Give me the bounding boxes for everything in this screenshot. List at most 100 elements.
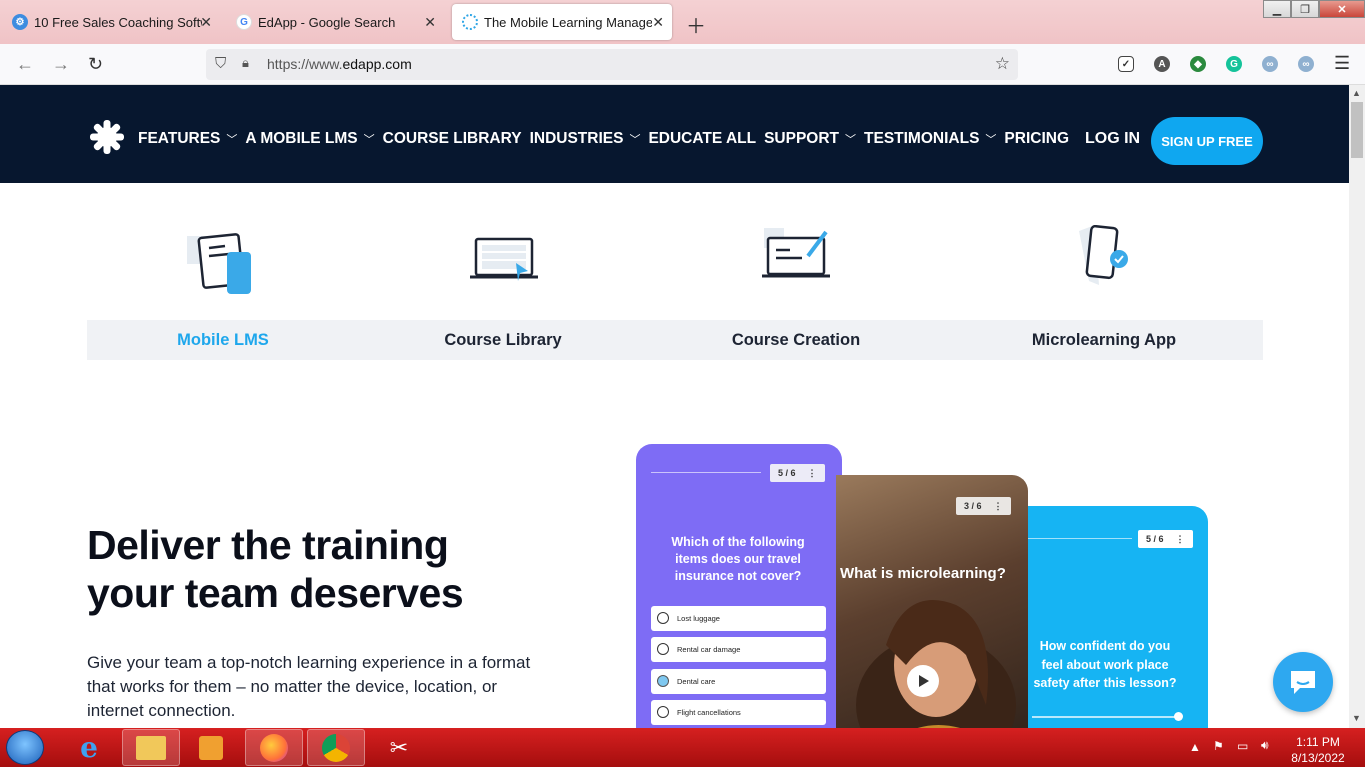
maximize-button[interactable]: ❐ xyxy=(1291,0,1319,18)
radio-icon xyxy=(657,643,669,655)
option-label: Rental car damage xyxy=(677,645,741,654)
firefox-icon[interactable] xyxy=(245,729,303,766)
start-button[interactable] xyxy=(6,730,44,765)
show-hidden-icons-icon[interactable]: ▲ xyxy=(1189,740,1201,754)
edapp-logo-icon[interactable] xyxy=(90,120,124,154)
grammarly-icon[interactable]: G xyxy=(1226,56,1242,72)
option-label: Lost luggage xyxy=(677,614,720,623)
shield-icon[interactable]: ⛉ xyxy=(215,55,226,72)
progress-line xyxy=(651,472,761,473)
url-domain: edapp.com xyxy=(342,56,412,72)
menu-item-testimonials[interactable]: TESTIMONIALS ﹀ xyxy=(864,130,996,148)
windows-taskbar: e ✂ ▲ ⚑ ▭ 🔊︎ 1:11 PM 8/13/2022 xyxy=(0,728,1365,767)
gear-favicon-icon: ⚙ xyxy=(12,14,28,30)
extension-globe-icon[interactable]: ◆ xyxy=(1190,56,1206,72)
clock-time: 1:11 PM xyxy=(1296,735,1340,749)
menu-item-pricing[interactable]: PRICING xyxy=(1004,130,1069,148)
menu-item-support[interactable]: SUPPORT ﹀ xyxy=(764,130,856,148)
signup-button[interactable]: SIGN UP FREE xyxy=(1151,117,1263,165)
confidence-slider-track[interactable] xyxy=(1032,716,1178,718)
menu-item-mobile-lms[interactable]: A MOBILE LMS ﹀ xyxy=(245,130,374,148)
chrome-icon[interactable] xyxy=(307,729,365,766)
answer-option-selected[interactable]: Dental care xyxy=(651,669,826,694)
menu-item-course-library[interactable]: COURSE LIBRARY xyxy=(383,130,522,148)
woman-photo xyxy=(856,600,1016,728)
extension-link-icon[interactable]: ∞ xyxy=(1262,56,1278,72)
hero-headline: Deliver the training your team deserves xyxy=(87,521,464,617)
main-menu: FEATURES ﹀ A MOBILE LMS ﹀ COURSE LIBRARY I… xyxy=(138,130,1077,148)
radio-icon xyxy=(657,706,669,718)
rating-question: How confident do you feel about work pla… xyxy=(1033,639,1177,690)
pocket-icon[interactable]: ✓ xyxy=(1118,56,1134,72)
progress-line xyxy=(1028,538,1132,539)
page-scrollbar[interactable]: ▲ ▼ xyxy=(1349,85,1365,728)
tab-course-creation[interactable]: Course Creation xyxy=(717,331,875,350)
action-center-flag-icon[interactable]: ⚑ xyxy=(1213,739,1224,753)
scrollbar-thumb[interactable] xyxy=(1351,102,1363,158)
counter-text: 5 / 6 xyxy=(778,468,796,478)
more-vertical-icon[interactable]: ⋮ xyxy=(994,501,1003,512)
feature-tab-bar: Mobile LMS Course Library Course Creatio… xyxy=(87,320,1263,360)
bookmark-star-icon[interactable]: ☆ xyxy=(995,54,1010,74)
tab-microlearning-app[interactable]: Microlearning App xyxy=(1017,331,1191,350)
hero-subtext: Give your team a top-notch learning expe… xyxy=(87,653,531,720)
menu-label: SUPPORT xyxy=(764,130,840,147)
url-text[interactable]: https://www.edapp.com xyxy=(267,56,412,72)
tab-course-library[interactable]: Course Library xyxy=(427,331,579,350)
new-tab-icon[interactable]: ＋ xyxy=(686,10,706,39)
lock-icon[interactable]: 🔒︎ xyxy=(242,55,249,71)
headline-line: Deliver the training xyxy=(87,522,449,568)
browser-tab-edapp[interactable]: The Mobile Learning Management ✕ xyxy=(452,4,672,40)
play-button[interactable] xyxy=(907,665,939,697)
confidence-slider-handle[interactable] xyxy=(1174,712,1183,721)
question-counter: 3 / 6 ⋮ xyxy=(956,497,1011,515)
volume-icon[interactable]: 🔊︎ xyxy=(1261,738,1269,753)
mobile-document-icon xyxy=(187,233,251,294)
answer-option[interactable]: Rental car damage xyxy=(651,637,826,662)
site-header: FEATURES ﹀ A MOBILE LMS ﹀ COURSE LIBRARY I… xyxy=(0,85,1349,183)
more-vertical-icon[interactable]: ⋮ xyxy=(808,468,817,479)
rating-card: 5 / 6 ⋮ How confident do you feel about w… xyxy=(1028,506,1208,728)
snipping-tool-icon[interactable]: ✂ xyxy=(370,729,428,766)
question-counter: 5 / 6 ⋮ xyxy=(770,464,825,482)
answer-option[interactable]: Flight cancellations xyxy=(651,700,826,725)
menu-item-features[interactable]: FEATURES ﹀ xyxy=(138,130,237,148)
browser-tab-sales-coaching[interactable]: ⚙ 10 Free Sales Coaching Software ✕ xyxy=(2,4,220,40)
taskbar-clock[interactable]: 1:11 PM 8/13/2022 xyxy=(1287,734,1349,766)
account-avatar-icon[interactable]: A xyxy=(1154,56,1170,72)
clock-date: 8/13/2022 xyxy=(1291,751,1345,765)
more-vertical-icon[interactable]: ⋮ xyxy=(1176,534,1185,545)
close-tab-icon[interactable]: ✕ xyxy=(652,14,664,31)
menu-item-educate-all[interactable]: EDUCATE ALL xyxy=(648,130,756,148)
chat-button[interactable] xyxy=(1273,652,1333,712)
minimize-button[interactable]: ▁ xyxy=(1263,0,1291,18)
url-prefix: https://www. xyxy=(267,56,343,72)
extension-link-icon[interactable]: ∞ xyxy=(1298,56,1314,72)
media-player-icon[interactable] xyxy=(182,729,240,766)
network-icon[interactable]: ▭ xyxy=(1237,739,1248,753)
reload-icon[interactable]: ↻ xyxy=(88,54,103,75)
hamburger-menu-icon[interactable]: ☰ xyxy=(1334,53,1350,74)
google-favicon-icon: G xyxy=(236,14,252,30)
close-window-button[interactable]: ✕ xyxy=(1319,0,1365,18)
back-arrow-icon[interactable]: ← xyxy=(16,54,34,75)
scroll-down-icon[interactable]: ▼ xyxy=(1352,713,1361,723)
file-explorer-icon[interactable] xyxy=(122,729,180,766)
menu-item-industries[interactable]: INDUSTRIES ﹀ xyxy=(530,130,641,148)
tab-mobile-lms[interactable]: Mobile LMS xyxy=(157,331,289,350)
login-link[interactable]: LOG IN xyxy=(1085,130,1140,148)
answer-option[interactable]: Lost luggage xyxy=(651,606,826,631)
address-bar[interactable]: ⛉ 🔒︎ https://www.edapp.com ☆ xyxy=(206,49,1018,80)
loading-favicon-icon xyxy=(462,14,478,30)
video-question: What is microlearning? xyxy=(840,565,1006,582)
close-tab-icon[interactable]: ✕ xyxy=(424,14,436,31)
menu-label: COURSE LIBRARY xyxy=(382,130,522,147)
counter-text: 5 / 6 xyxy=(1146,534,1164,544)
browser-tab-google-search[interactable]: G EdApp - Google Search ✕ xyxy=(226,4,444,40)
forward-arrow-icon[interactable]: → xyxy=(52,54,70,75)
option-label: Dental care xyxy=(677,677,716,686)
internet-explorer-icon[interactable]: e xyxy=(60,729,118,766)
chevron-down-icon: ﹀ xyxy=(845,134,857,146)
scroll-up-icon[interactable]: ▲ xyxy=(1352,88,1361,98)
close-tab-icon[interactable]: ✕ xyxy=(200,14,212,31)
